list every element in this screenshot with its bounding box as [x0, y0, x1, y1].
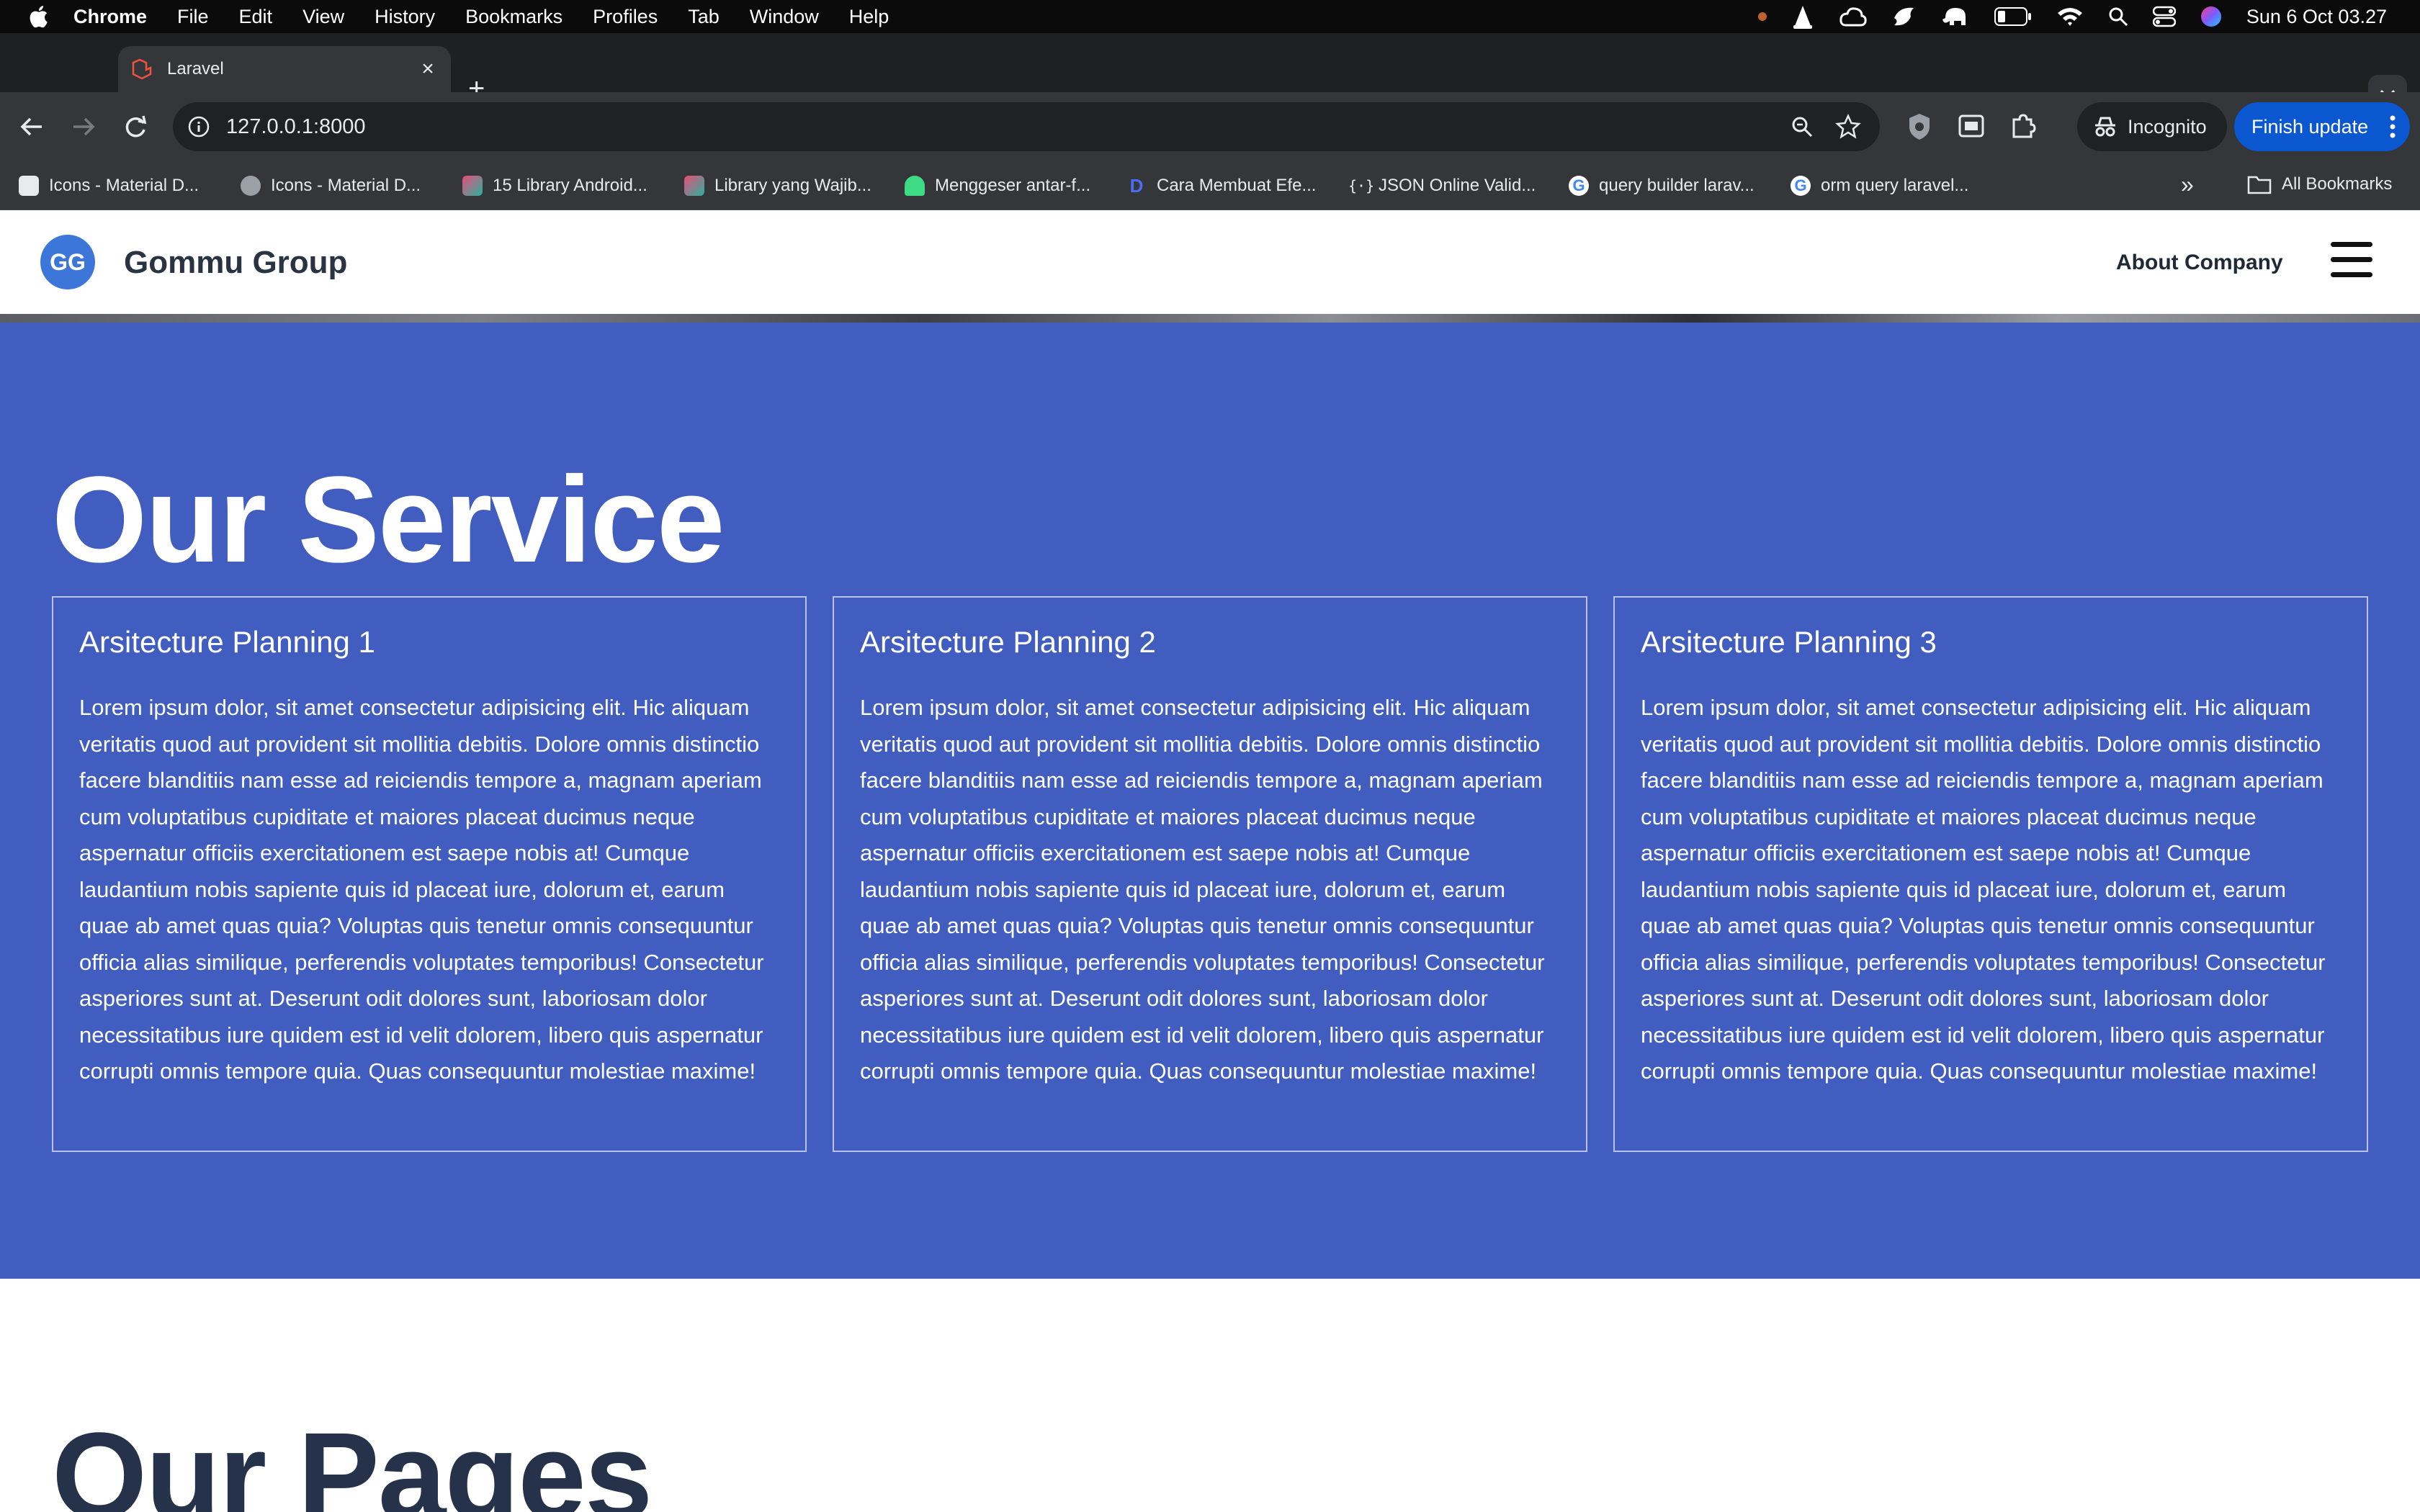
bookmark-label: JSON Online Valid... — [1379, 176, 1536, 195]
logo-initials: GG — [50, 248, 86, 275]
tab-title: Laravel — [167, 59, 224, 78]
site-icon — [684, 176, 704, 196]
control-center-icon[interactable] — [2152, 6, 2176, 27]
service-card-body: Lorem ipsum dolor, sit amet consectetur … — [860, 695, 1545, 1084]
site-brand[interactable]: Gommu Group — [124, 245, 347, 281]
bookmark-item[interactable]: {·} JSON Online Valid... — [1348, 174, 1536, 197]
double-chevron-right-icon[interactable]: » — [2181, 171, 2194, 198]
reload-icon[interactable] — [121, 112, 150, 141]
bird-app-icon[interactable] — [1892, 5, 1917, 28]
service-card: Arsitecture Planning 3 Lorem ipsum dolor… — [1613, 596, 2368, 1152]
incognito-icon — [2095, 117, 2115, 137]
bookmark-label: Menggeser antar-f... — [935, 176, 1091, 195]
all-bookmarks-label: All Bookmarks — [2282, 174, 2393, 194]
vlc-icon[interactable] — [1791, 4, 1814, 29]
bookmark-item[interactable]: D Cara Membuat Efe... — [1126, 174, 1317, 197]
bookmark-label: 15 Library Android... — [493, 176, 647, 195]
battery-icon[interactable] — [1994, 7, 2032, 26]
menu-app-name[interactable]: Chrome — [73, 6, 147, 28]
service-section: Our Service Arsitecture Planning 1 Lorem… — [0, 323, 2420, 1279]
menu-clock[interactable]: Sun 6 Oct 03.27 — [2246, 6, 2387, 28]
google-icon: G — [1791, 176, 1811, 196]
service-card-body: Lorem ipsum dolor, sit amet consectetur … — [1641, 695, 2326, 1084]
bookmark-item[interactable]: Menggeser antar-f... — [905, 174, 1090, 197]
d-logo-icon: D — [1129, 175, 1144, 197]
macos-menu-bar: Chrome File Edit View History Bookmarks … — [0, 0, 2420, 33]
nav-link-about-company[interactable]: About Company — [2116, 251, 2283, 275]
google-icon: G — [1569, 176, 1589, 196]
bookmark-item[interactable]: Library yang Wajib... — [684, 174, 871, 197]
finish-update-button[interactable]: Finish update — [2234, 102, 2410, 151]
bookmark-label: Icons - Material D... — [49, 176, 200, 195]
status-icons: Sun 6 Oct 03.27 — [1757, 0, 2387, 33]
finish-update-label: Finish update — [2251, 115, 2369, 138]
folder-icon — [2247, 176, 2272, 194]
pages-heading: Our Pages — [52, 1408, 653, 1512]
browser-toolbar: 127.0.0.1:8000 Incognito Finish update — [0, 92, 2420, 161]
menu-bookmarks[interactable]: Bookmarks — [465, 6, 563, 28]
cloud-app-icon[interactable] — [1839, 5, 1868, 28]
service-heading: Our Service — [52, 451, 725, 588]
browser-tab-strip: Laravel × + — [0, 33, 2420, 114]
bookmark-star-icon[interactable] — [1835, 114, 1861, 140]
globe-icon — [241, 176, 261, 196]
service-card: Arsitecture Planning 1 Lorem ipsum dolor… — [52, 596, 807, 1152]
service-card-title: Arsitecture Planning 2 — [860, 625, 1156, 659]
bookmark-label: orm query laravel... — [1821, 176, 1969, 195]
bookmark-label: query builder larav... — [1599, 176, 1754, 195]
incognito-badge[interactable]: Incognito — [2077, 102, 2227, 151]
site-info-icon[interactable] — [187, 115, 210, 138]
address-bar[interactable]: 127.0.0.1:8000 — [173, 102, 1880, 151]
web-page: GG Gommu Group About Company Our Service… — [0, 210, 2420, 1512]
service-card-title: Arsitecture Planning 1 — [79, 625, 375, 659]
tab-laravel[interactable]: Laravel × — [118, 46, 451, 92]
bookmark-item[interactable]: Icons - Material D... — [241, 174, 421, 197]
android-icon — [905, 176, 925, 196]
apple-logo-icon[interactable] — [27, 5, 49, 28]
wifi-icon[interactable] — [2056, 6, 2084, 27]
service-card-body: Lorem ipsum dolor, sit amet consectetur … — [79, 695, 764, 1084]
laravel-favicon-icon — [132, 58, 152, 80]
recording-dot-icon — [1757, 12, 1767, 21]
service-card: Arsitecture Planning 2 Lorem ipsum dolor… — [833, 596, 1587, 1152]
json-brackets-icon: {·} — [1348, 177, 1375, 194]
bookmark-label: Library yang Wajib... — [714, 176, 871, 195]
hamburger-menu-icon[interactable] — [2331, 242, 2372, 282]
reading-mode-icon[interactable] — [1958, 112, 1985, 140]
bookmark-label: Icons - Material D... — [271, 176, 421, 195]
tab-close-icon[interactable]: × — [418, 58, 438, 80]
zoom-icon[interactable] — [1791, 115, 1814, 138]
site-icon — [462, 176, 483, 196]
bookmark-item[interactable]: 15 Library Android... — [462, 174, 647, 197]
all-bookmarks-button[interactable]: All Bookmarks — [2247, 174, 2392, 194]
extensions-puzzle-icon[interactable] — [2009, 112, 2037, 140]
shield-extension-icon[interactable] — [1907, 112, 1932, 141]
menu-help[interactable]: Help — [849, 6, 889, 28]
bookmark-label: Cara Membuat Efe... — [1157, 176, 1317, 195]
menu-view[interactable]: View — [302, 6, 344, 28]
menu-history[interactable]: History — [375, 6, 435, 28]
menu-profiles[interactable]: Profiles — [593, 6, 658, 28]
back-arrow-icon[interactable] — [17, 112, 46, 141]
bookmark-item[interactable]: Icons - Material D... — [19, 174, 199, 197]
bookmarks-bar: Icons - Material D... Icons - Material D… — [0, 161, 2420, 210]
bookmark-item[interactable]: Gorm query laravel... — [1791, 174, 1968, 197]
menu-window[interactable]: Window — [750, 6, 819, 28]
address-url[interactable]: 127.0.0.1:8000 — [226, 115, 366, 139]
siri-icon[interactable] — [2200, 6, 2222, 27]
elephant-app-icon[interactable] — [1941, 5, 1970, 28]
site-logo[interactable]: GG — [40, 235, 95, 289]
service-card-title: Arsitecture Planning 3 — [1641, 625, 1937, 659]
kebab-menu-icon[interactable] — [2390, 114, 2396, 140]
spotlight-search-icon[interactable] — [2108, 6, 2128, 27]
page-icon — [19, 176, 39, 196]
forward-arrow-icon[interactable] — [69, 112, 98, 141]
menu-edit[interactable]: Edit — [239, 6, 273, 28]
site-navbar: GG Gommu Group About Company — [0, 210, 2420, 314]
menu-file[interactable]: File — [177, 6, 209, 28]
menu-tab[interactable]: Tab — [688, 6, 720, 28]
incognito-label: Incognito — [2128, 115, 2207, 138]
bookmark-item[interactable]: Gquery builder larav... — [1569, 174, 1754, 197]
